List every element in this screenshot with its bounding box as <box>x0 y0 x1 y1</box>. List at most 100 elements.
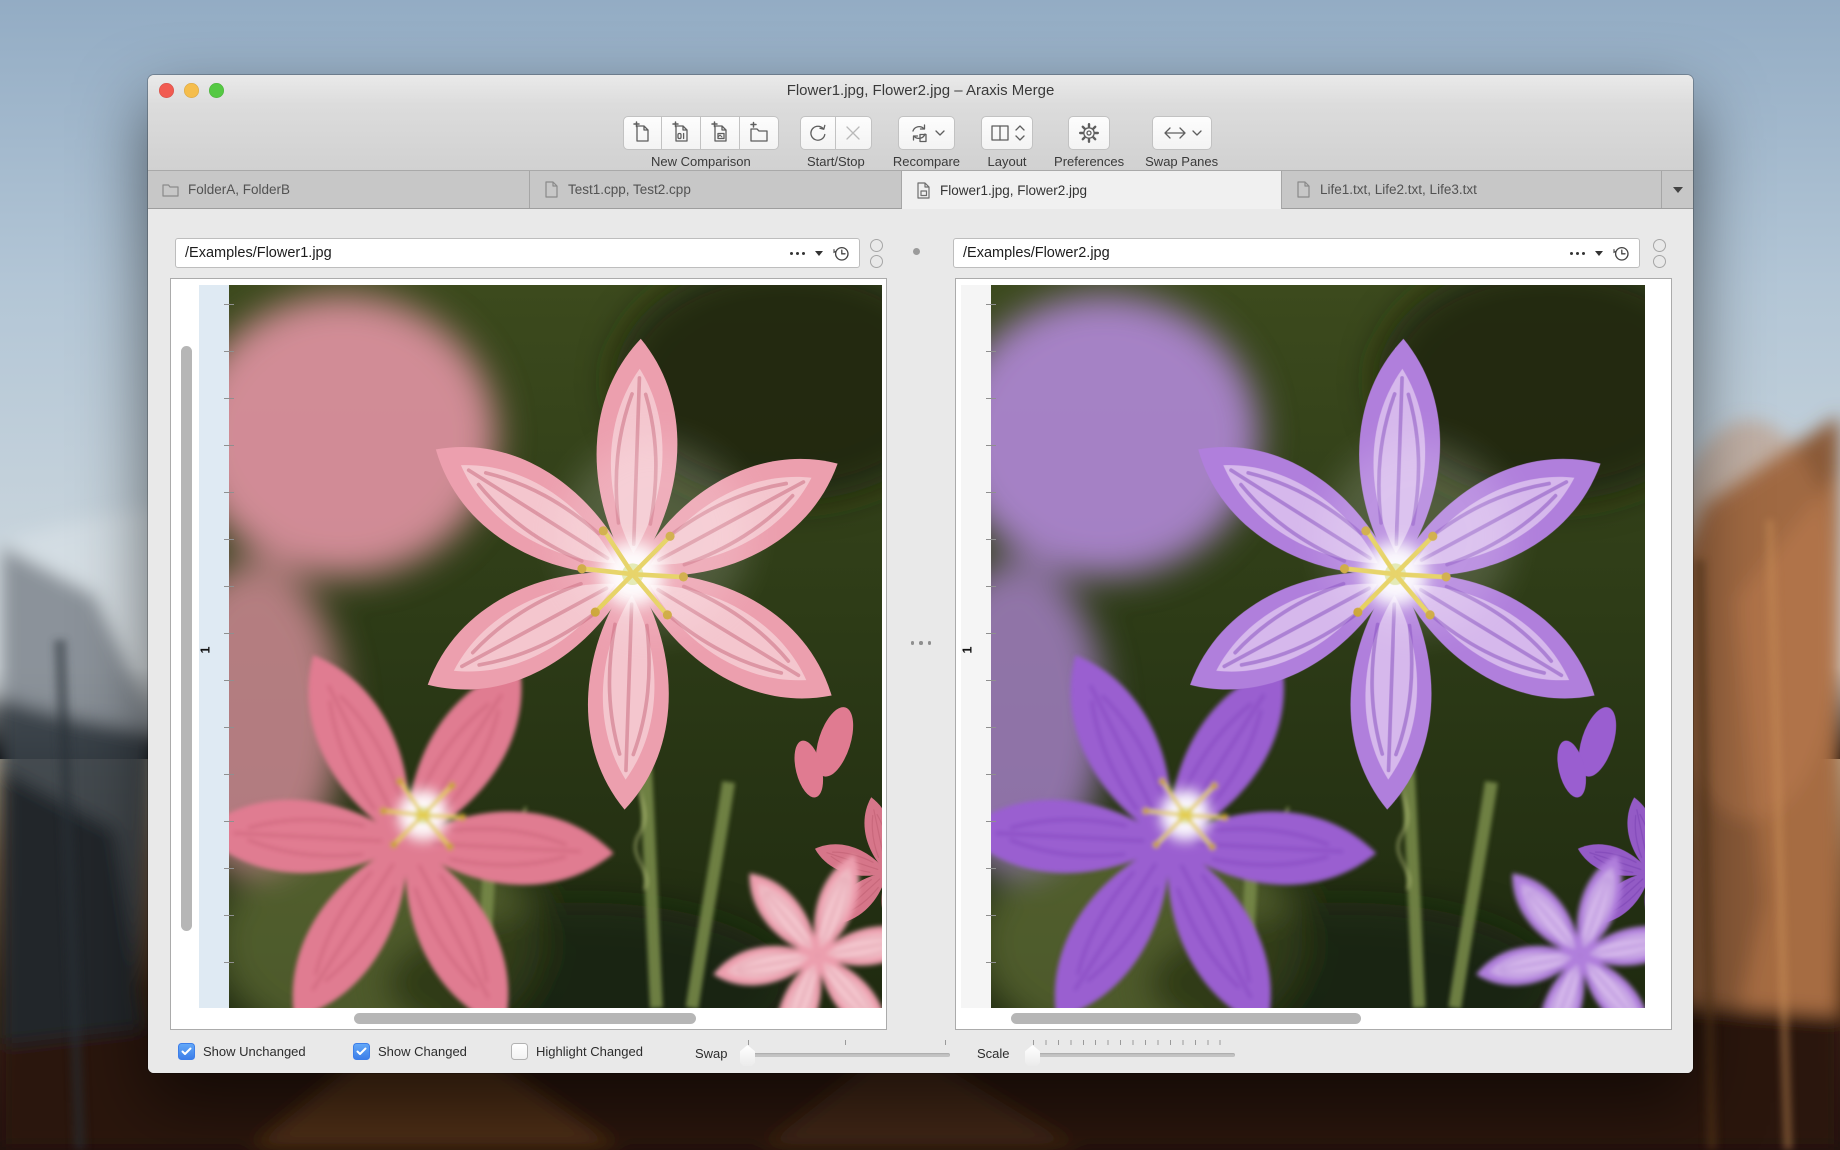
new-folder-icon <box>747 121 771 145</box>
stop-button[interactable] <box>836 116 872 150</box>
slider-tick <box>945 1040 946 1045</box>
recompare-label: Recompare <box>893 154 960 169</box>
left-horizontal-scrollbar[interactable] <box>176 1008 882 1029</box>
left-vertical-scrollbar[interactable] <box>176 285 199 1008</box>
right-image-viewport[interactable] <box>991 285 1645 1008</box>
check-icon <box>181 1047 192 1056</box>
flower-photo <box>991 285 1645 1008</box>
ruler-label: 1 <box>960 647 974 654</box>
show-unchanged-checkbox[interactable]: Show Unchanged <box>178 1043 306 1060</box>
swap-slider-label: Swap <box>695 1046 728 1061</box>
tab-label: Flower1.jpg, Flower2.jpg <box>940 183 1087 198</box>
check-icon <box>356 1047 367 1056</box>
checkbox-box[interactable] <box>511 1043 528 1060</box>
ruler-ticks <box>986 304 996 1004</box>
path-menu-icon[interactable] <box>790 252 805 255</box>
history-icon[interactable] <box>833 245 850 262</box>
left-ruler: 1 <box>199 285 229 1008</box>
split-panes-icon <box>989 122 1011 144</box>
checkbox-box[interactable] <box>178 1043 195 1060</box>
right-horizontal-scrollbar[interactable] <box>961 1008 1645 1029</box>
history-icon[interactable] <box>1613 245 1630 262</box>
swap-panes-button[interactable] <box>1152 116 1212 150</box>
layout-label: Layout <box>988 154 1027 169</box>
scale-slider[interactable] <box>1025 1039 1235 1067</box>
toolbar: New Comparison Start/Stop <box>148 105 1693 171</box>
slider-ticks <box>1033 1040 1232 1045</box>
tab-foldera-folderb[interactable]: FolderA, FolderB <box>148 171 530 208</box>
new-binary-document-icon <box>669 121 693 145</box>
scrollbar-thumb[interactable] <box>181 346 192 931</box>
new-comparison-group: New Comparison <box>623 116 779 169</box>
new-text-comparison-button[interactable] <box>623 116 662 150</box>
folder-icon <box>162 182 179 197</box>
araxis-merge-window: Flower1.jpg, Flower2.jpg – Araxis Merge <box>148 75 1693 1073</box>
minimize-window-button[interactable] <box>184 83 199 98</box>
ruler-ticks <box>224 304 234 1004</box>
checkbox-box[interactable] <box>353 1043 370 1060</box>
pane-link-dot <box>913 248 920 255</box>
slider-track[interactable] <box>1025 1053 1235 1057</box>
chevron-down-icon <box>1192 129 1202 137</box>
image-document-icon <box>916 182 931 199</box>
show-changed-checkbox[interactable]: Show Changed <box>353 1043 467 1060</box>
close-window-button[interactable] <box>159 83 174 98</box>
scrollbar-thumb[interactable] <box>354 1013 696 1024</box>
flower-photo <box>229 285 882 1008</box>
pane-marker-circle[interactable] <box>1653 239 1666 252</box>
tab-label: Test1.cpp, Test2.cpp <box>568 182 691 197</box>
zoom-window-button[interactable] <box>209 83 224 98</box>
tab-flower1-flower2[interactable]: Flower1.jpg, Flower2.jpg <box>902 171 1282 209</box>
right-image-pane: 1 <box>955 278 1672 1030</box>
pane-marker-circle[interactable] <box>1653 255 1666 268</box>
start-stop-label: Start/Stop <box>807 154 865 169</box>
pane-marker-circle[interactable] <box>870 255 883 268</box>
comparison-content: /Examples/Flower1.jpg /Examples/Flower2.… <box>148 209 1693 1073</box>
new-folder-comparison-button[interactable] <box>740 116 779 150</box>
pane-splitter-handle[interactable] <box>905 638 937 648</box>
layout-button[interactable] <box>981 116 1033 150</box>
tab-overflow-dropdown-button[interactable] <box>1662 171 1693 208</box>
document-icon <box>1296 181 1311 198</box>
layout-group: Layout <box>981 116 1033 169</box>
recompare-cycle-icon <box>907 121 931 145</box>
left-path-text: /Examples/Flower1.jpg <box>185 245 790 261</box>
slider-track[interactable] <box>740 1053 950 1057</box>
left-image-viewport[interactable] <box>229 285 882 1008</box>
scrollbar-thumb[interactable] <box>1011 1013 1361 1024</box>
new-image-comparison-button[interactable] <box>701 116 740 150</box>
new-comparison-label: New Comparison <box>651 154 751 169</box>
tab-life1-life2-life3[interactable]: Life1.txt, Life2.txt, Life3.txt <box>1282 171 1662 208</box>
highlight-changed-checkbox[interactable]: Highlight Changed <box>511 1043 643 1060</box>
pane-marker-circle[interactable] <box>870 239 883 252</box>
checkbox-label: Show Changed <box>378 1044 467 1059</box>
title-bar: Flower1.jpg, Flower2.jpg – Araxis Merge <box>148 75 1693 105</box>
preferences-button[interactable] <box>1068 116 1110 150</box>
recompare-group: Recompare <box>893 116 960 169</box>
left-path-field[interactable]: /Examples/Flower1.jpg <box>175 238 860 268</box>
preferences-group: Preferences <box>1054 116 1124 169</box>
gear-icon <box>1077 121 1101 145</box>
slider-thumb[interactable] <box>1025 1045 1040 1066</box>
path-dropdown-icon[interactable] <box>815 251 823 256</box>
up-down-chevrons-icon <box>1015 125 1025 141</box>
swap-panes-group: Swap Panes <box>1145 116 1218 169</box>
tab-label: Life1.txt, Life2.txt, Life3.txt <box>1320 182 1477 197</box>
right-pane-markers <box>1653 239 1666 268</box>
chevron-down-icon <box>1673 187 1683 193</box>
start-stop-group: Start/Stop <box>800 116 872 169</box>
start-button[interactable] <box>800 116 836 150</box>
tab-test1-test2[interactable]: Test1.cpp, Test2.cpp <box>530 171 902 208</box>
recompare-button[interactable] <box>898 116 955 150</box>
right-path-field[interactable]: /Examples/Flower2.jpg <box>953 238 1640 268</box>
path-dropdown-icon[interactable] <box>1595 251 1603 256</box>
new-binary-comparison-button[interactable] <box>662 116 701 150</box>
left-image-pane: 1 <box>170 278 887 1030</box>
new-image-document-icon <box>708 121 732 145</box>
path-menu-icon[interactable] <box>1570 252 1585 255</box>
slider-thumb[interactable] <box>740 1045 755 1066</box>
swap-slider[interactable] <box>740 1039 950 1067</box>
chevron-down-icon <box>935 129 945 137</box>
preferences-label: Preferences <box>1054 154 1124 169</box>
stop-x-icon <box>843 123 863 143</box>
